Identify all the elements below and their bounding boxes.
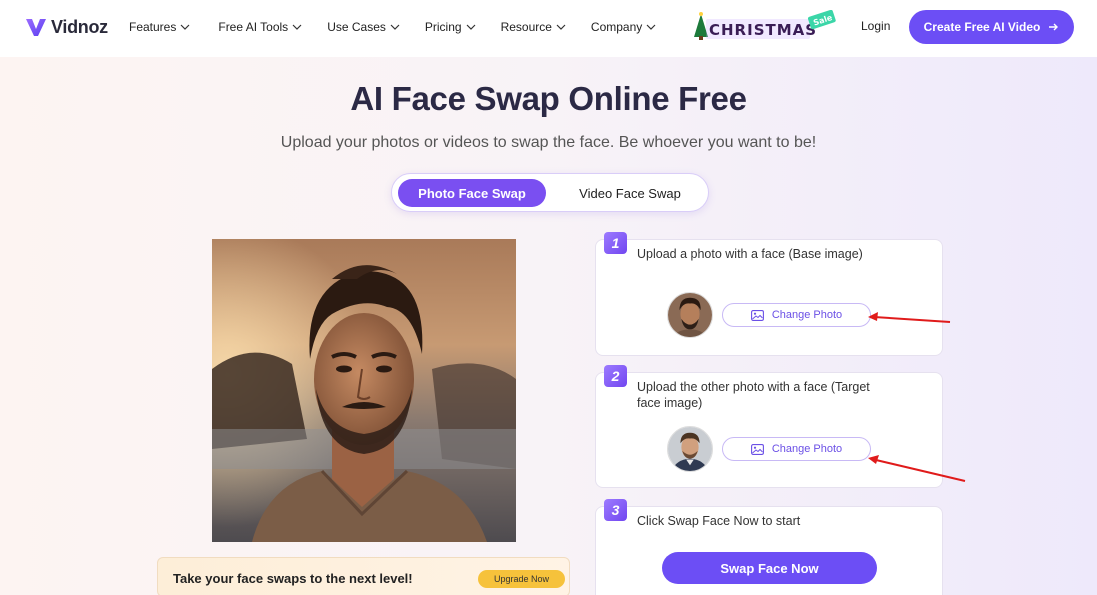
change-target-photo-label: Change Photo bbox=[771, 443, 843, 455]
step-1-card: 1 Upload a photo with a face (Base image… bbox=[595, 232, 943, 356]
step-2-card: 2 Upload the other photo with a face (Ta… bbox=[595, 365, 943, 488]
chevron-down-icon bbox=[466, 24, 475, 30]
menu-features-label: Features bbox=[129, 20, 177, 34]
page-title: AI Face Swap Online Free bbox=[350, 80, 747, 117]
tab-video-face-swap[interactable]: Video Face Swap bbox=[556, 179, 704, 207]
step-1-text: Upload a photo with a face (Base image) bbox=[637, 247, 863, 261]
arrow-right-icon bbox=[1049, 23, 1059, 31]
chevron-down-icon bbox=[556, 24, 566, 30]
change-target-photo-button[interactable]: Change Photo bbox=[722, 437, 871, 461]
change-base-photo-button[interactable]: Change Photo bbox=[722, 303, 871, 327]
step-3-card: 3 Click Swap Face Now to start Swap Face… bbox=[595, 499, 943, 595]
upgrade-text: Take your face swaps to the next level! bbox=[173, 571, 413, 586]
menu-free-ai-tools-label: Free AI Tools bbox=[218, 20, 289, 34]
menu-pricing-label: Pricing bbox=[424, 20, 462, 34]
chevron-down-icon bbox=[292, 24, 302, 30]
upgrade-now-button[interactable]: Upgrade Now bbox=[478, 570, 565, 588]
base-image-preview bbox=[212, 239, 516, 542]
step-2-number: 2 bbox=[604, 365, 627, 387]
login-link[interactable]: Login bbox=[861, 19, 890, 33]
target-face-thumbnail[interactable] bbox=[667, 426, 713, 472]
menu-use-cases[interactable]: Use Cases bbox=[327, 18, 400, 36]
step-2-text: Upload the other photo with a face (Targ… bbox=[637, 380, 870, 410]
menu-free-ai-tools[interactable]: Free AI Tools bbox=[218, 18, 302, 36]
menu-pricing[interactable]: Pricing bbox=[425, 18, 476, 36]
create-free-ai-video-label: Create Free AI Video bbox=[923, 20, 1041, 34]
chevron-down-icon bbox=[180, 24, 190, 30]
christmas-sale-main: CHRISTMAS bbox=[709, 21, 817, 39]
top-navigation: Vidnoz Features Free AI Tools Use Cases … bbox=[0, 0, 1097, 57]
change-base-photo-label: Change Photo bbox=[771, 309, 843, 321]
menu-company[interactable]: Company bbox=[591, 18, 656, 36]
step-3-number: 3 bbox=[604, 499, 627, 521]
menu-use-cases-label: Use Cases bbox=[327, 20, 386, 34]
upgrade-banner: Take your face swaps to the next level! … bbox=[157, 557, 570, 595]
menu-resource-label: Resource bbox=[500, 20, 552, 34]
christmas-sale-banner[interactable]: CHRISTMAS Sale bbox=[689, 10, 837, 42]
vidnoz-logo[interactable]: Vidnoz bbox=[25, 14, 108, 40]
logo-text: Vidnoz bbox=[51, 16, 108, 37]
vidnoz-logo-icon bbox=[26, 19, 46, 36]
chevron-down-icon bbox=[646, 24, 656, 30]
main-menu: Features Free AI Tools Use Cases Pricing… bbox=[129, 18, 656, 36]
menu-features[interactable]: Features bbox=[129, 18, 190, 36]
base-face-thumbnail[interactable] bbox=[667, 292, 713, 338]
swap-mode-tabs: Photo Face Swap Video Face Swap bbox=[391, 173, 709, 212]
menu-company-label: Company bbox=[590, 20, 643, 34]
tab-photo-face-swap[interactable]: Photo Face Swap bbox=[398, 179, 546, 207]
page-subtitle: Upload your photos or videos to swap the… bbox=[280, 134, 817, 151]
image-icon bbox=[750, 443, 764, 455]
chevron-down-icon bbox=[390, 24, 400, 30]
step-3-text: Click Swap Face Now to start bbox=[637, 514, 801, 528]
step-1-number: 1 bbox=[604, 232, 627, 254]
create-free-ai-video-button[interactable]: Create Free AI Video bbox=[909, 10, 1074, 44]
swap-face-now-button[interactable]: Swap Face Now bbox=[662, 552, 877, 584]
menu-resource[interactable]: Resource bbox=[501, 18, 566, 36]
image-icon bbox=[750, 309, 764, 321]
